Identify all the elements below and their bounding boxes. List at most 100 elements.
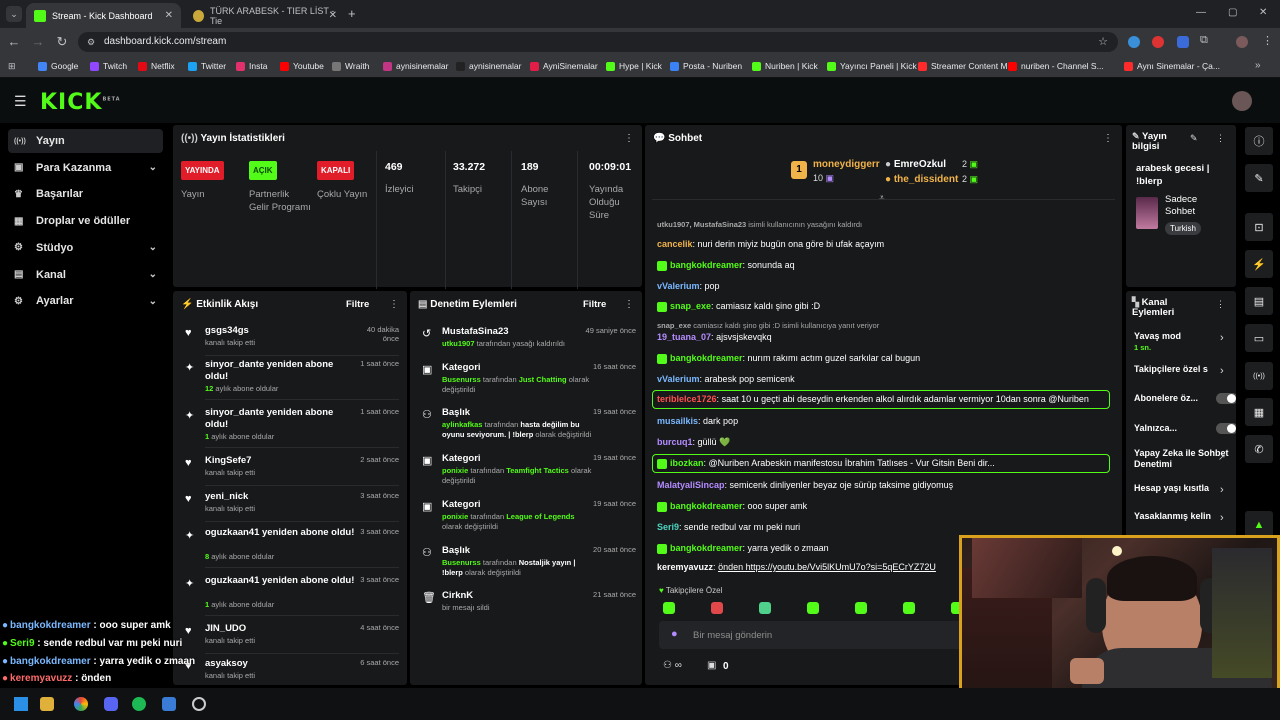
emote-icon[interactable]	[807, 602, 819, 614]
rail-info-icon[interactable]: ⓘ	[1245, 127, 1273, 155]
moderation-action[interactable]: ↺ MustafaSina23 utku1907 tarafından yasağı…	[418, 326, 636, 366]
bookmark-star-icon[interactable]: ☆	[1098, 32, 1108, 52]
extension-icon[interactable]	[1177, 36, 1189, 48]
emote-icon[interactable]	[903, 602, 915, 614]
activity-event[interactable]: ♥ gsgs34gs kanalı takip etti 40 dakika önce	[181, 325, 399, 359]
chat-username[interactable]: ibozkan	[670, 458, 704, 468]
sidebar-item-3[interactable]: ▦ Droplar ve ödüller	[8, 209, 163, 233]
chat-username[interactable]: bangkokdreamer	[670, 543, 743, 553]
moderation-action[interactable]: ▣ Kategori ponixie tarafından Teamfight Ta…	[418, 453, 636, 493]
channel-action-6[interactable]: Yasaklanmış kelin	[1134, 511, 1230, 522]
chat-username[interactable]: snap_exe	[670, 301, 711, 311]
channel-actions-menu-icon[interactable]: ⋮	[1216, 299, 1225, 310]
bookmark-item[interactable]: Twitch	[90, 61, 127, 71]
extension-icon[interactable]	[1128, 36, 1140, 48]
bookmarks-overflow-icon[interactable]: »	[1255, 60, 1261, 71]
emote-icon[interactable]	[663, 602, 675, 614]
bookmark-item[interactable]: AyniSinemalar	[530, 61, 598, 71]
url-field[interactable]: ⚙ dashboard.kick.com/stream ☆	[78, 32, 1118, 52]
extensions-puzzle-icon[interactable]: ⧉	[1200, 34, 1208, 47]
top-gifter-2[interactable]: ● EmreOzkul	[885, 159, 946, 170]
chat-username[interactable]: Seri9	[657, 522, 679, 532]
chat-username[interactable]: musailkis	[657, 416, 698, 426]
user-avatar[interactable]	[1232, 91, 1252, 111]
chat-message[interactable]: teriblelce1726: saat 10 u geçti abi dese…	[657, 394, 1089, 404]
bookmark-item[interactable]: Posta - Nuriben	[670, 61, 742, 71]
activity-menu-icon[interactable]: ⋮	[389, 299, 399, 310]
category-name[interactable]: Sadece Sohbet	[1165, 194, 1225, 218]
obs-taskbar-icon[interactable]	[162, 697, 176, 711]
bookmark-item[interactable]: Insta	[236, 61, 267, 71]
bookmark-item[interactable]: Nuriben | Kick	[752, 61, 818, 71]
profile-avatar-icon[interactable]	[1236, 36, 1248, 48]
sidebar-item-2[interactable]: ♛ Başarılar	[8, 182, 163, 206]
chat-message[interactable]: vValerium: arabesk pop semicenk	[657, 374, 795, 384]
activity-event[interactable]: ✦ oguzkaan41 yeniden abone oldu! 8 aylık a…	[181, 527, 399, 573]
close-window-icon[interactable]: ✕	[1259, 7, 1267, 18]
activity-event[interactable]: ♥ KingSefe7 kanalı takip etti 2 saat önce	[181, 455, 399, 489]
chat-username[interactable]: MalatyaliSincap	[657, 480, 725, 490]
moderation-menu-icon[interactable]: ⋮	[624, 299, 634, 310]
chat-message[interactable]: Seri9: sende redbul var mı peki nuri	[657, 522, 800, 532]
site-info-icon[interactable]: ⚙	[87, 32, 95, 52]
rail-wrench-icon[interactable]: ✆	[1245, 435, 1273, 463]
channel-action-1[interactable]: Takipçilere özel s	[1134, 364, 1230, 375]
rail-list-icon[interactable]: ▤	[1245, 287, 1273, 315]
language-tag[interactable]: Turkish	[1165, 222, 1201, 235]
discord-taskbar-icon[interactable]	[104, 697, 118, 711]
emote-icon[interactable]	[759, 602, 771, 614]
kick-logo[interactable]: KICKBETA	[40, 90, 121, 115]
chat-username[interactable]: vValerium	[657, 281, 700, 291]
back-icon[interactable]: ←	[6, 34, 22, 50]
sidebar-item-6[interactable]: ⚙ Ayarlar ⌄	[8, 289, 163, 313]
rail-chat-icon[interactable]: ▭	[1245, 324, 1273, 352]
moderation-action[interactable]: ▣ Kategori Busenurss tarafından Just Chatt…	[418, 362, 636, 402]
spotify-taskbar-icon[interactable]	[132, 697, 146, 711]
browser-menu-icon[interactable]: ⋮	[1262, 34, 1273, 47]
activity-event[interactable]: ✦ sinyor_dante yeniden abone oldu! 12 aylı…	[181, 359, 399, 405]
chat-message[interactable]: vValerium: pop	[657, 281, 720, 291]
close-tab-icon[interactable]: ✕	[165, 10, 173, 21]
moderation-action[interactable]: ⚇ Başlık Busenurss tarafından Nostaljik ya…	[418, 545, 636, 585]
emote-icon[interactable]	[711, 602, 723, 614]
external-link-icon[interactable]: ↗	[1218, 452, 1226, 463]
hamburger-menu-icon[interactable]: ☰	[14, 93, 27, 110]
toggle-switch[interactable]	[1216, 423, 1236, 434]
tab-stream-dashboard[interactable]: Stream - Kick Dashboard ✕	[26, 3, 181, 28]
bookmark-item[interactable]: Youtube	[280, 61, 324, 71]
chat-message[interactable]: 19_tuana_07: ajsvsjskevqkq	[657, 332, 772, 342]
bookmark-item[interactable]: aynisinemalar	[383, 61, 448, 71]
chat-username[interactable]: snap_exe	[657, 321, 691, 330]
chat-username[interactable]: burcuq1	[657, 437, 693, 447]
chrome-taskbar-icon[interactable]	[74, 697, 88, 711]
chat-message[interactable]: ibozkan: @Nuriben Arabeskin manifestosu …	[657, 458, 995, 469]
activity-event[interactable]: ✦ sinyor_dante yeniden abone oldu! 1 aylık…	[181, 407, 399, 453]
system-message[interactable]: snap_exe camiasız kaldı şino gibi :D isi…	[657, 321, 879, 330]
bookmark-item[interactable]: Wraith	[332, 61, 369, 71]
forward-icon[interactable]: →	[30, 34, 46, 50]
explorer-taskbar-icon[interactable]	[40, 697, 54, 711]
maximize-icon[interactable]: ▢	[1228, 7, 1237, 18]
activity-event[interactable]: ✦ oguzkaan41 yeniden abone oldu! 1 aylık a…	[181, 575, 399, 621]
chat-username[interactable]: bangkokdreamer	[670, 353, 743, 363]
chat-message[interactable]: cancelik: nuri derin miyiz bugün ona gör…	[657, 239, 884, 249]
chat-message[interactable]: snap_exe: camiasız kaldı şino gibi :D	[657, 301, 820, 312]
chat-settings-icon[interactable]: ⚇ ∞	[663, 660, 682, 671]
bookmark-item[interactable]: Streamer Content M...	[918, 61, 1015, 71]
moderation-action[interactable]: ⚇ Başlık aylinkafkas tarafından hasta deği…	[418, 407, 636, 447]
minimize-icon[interactable]: —	[1196, 7, 1206, 18]
app-taskbar-icon[interactable]	[192, 697, 206, 711]
channel-action-5[interactable]: Hesap yaşı kısıtla	[1134, 483, 1230, 494]
chat-username[interactable]: utku1907, MustafaSina23	[657, 220, 746, 229]
chat-username[interactable]: vValerium	[657, 374, 700, 384]
moderation-filter-button[interactable]: Filtre	[583, 299, 606, 310]
bookmark-item[interactable]: Twitter	[188, 61, 226, 71]
activity-filter-button[interactable]: Filtre	[346, 299, 369, 310]
chat-username[interactable]: 19_tuana_07	[657, 332, 711, 342]
bookmark-item[interactable]: Yayıncı Paneli | Kick	[827, 61, 917, 71]
activity-event[interactable]: ♥ asyaksoy kanalı takip etti 6 saat önce	[181, 658, 399, 685]
chat-message[interactable]: bangkokdreamer: yarra yedik o zmaan	[657, 543, 829, 554]
chat-message[interactable]: burcuq1: güllü 💚	[657, 437, 730, 448]
close-tab-icon[interactable]: ✕	[329, 10, 337, 21]
stats-menu-icon[interactable]: ⋮	[624, 133, 634, 144]
